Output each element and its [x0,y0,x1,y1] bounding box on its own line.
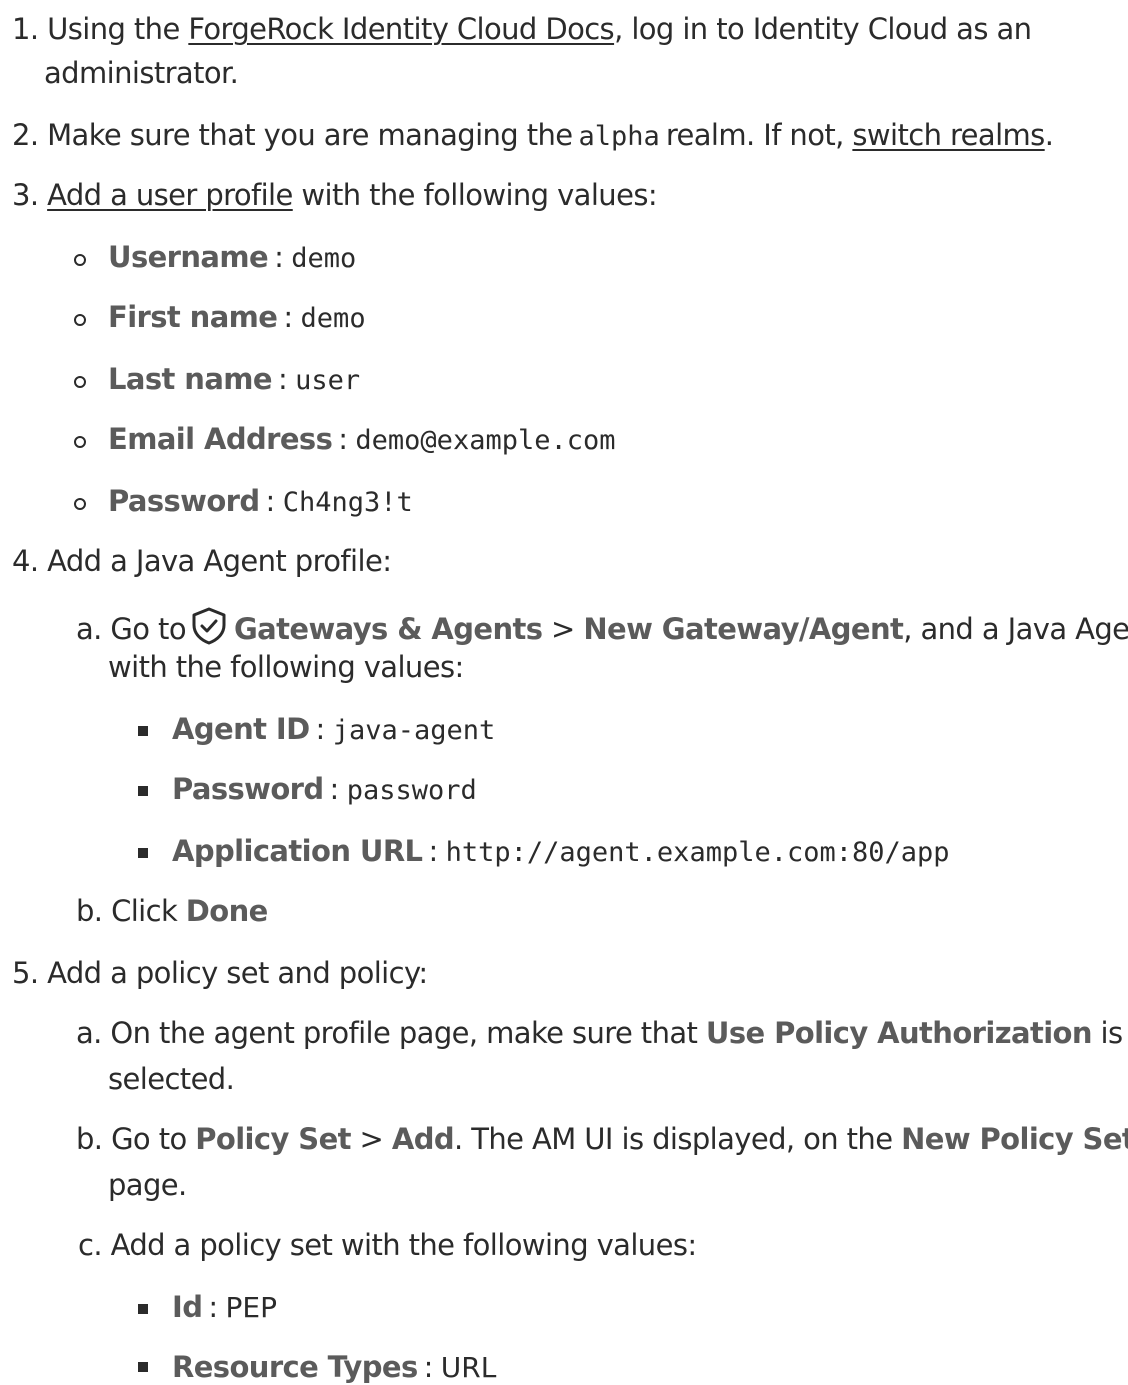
bullet-square [138,848,148,858]
add-label: Add [391,1122,455,1156]
bullet-square [138,1304,148,1314]
done-label: Done [185,894,269,928]
step-text: On the agent profile page, make sure tha… [110,1016,706,1050]
field-value: PEP [225,1291,277,1324]
step-1-continuation: administrator. [44,56,239,90]
field-value: http://agent.example.com:80/app [445,837,950,868]
new-gateway-agent-label: New Gateway/Agent [583,612,904,646]
step-4: 4. Add a Java Agent profile: [12,544,392,578]
field-value: user [295,365,361,396]
field-label: Username [108,240,269,274]
step-text: with the following values: [292,178,658,212]
forgerock-docs-link[interactable]: ForgeRock Identity Cloud Docs [188,12,614,46]
step-text: Add a policy set and policy: [47,956,428,990]
bullet-circle [74,436,86,448]
bullet-square [138,1362,148,1372]
step-text: Add a policy set with the following valu… [110,1228,698,1262]
step-number: 2. [12,118,39,152]
field-agent-id: Agent ID: java-agent [172,712,501,748]
field-email: Email Address: demo@example.com [108,422,622,458]
step-text: . [1044,118,1054,152]
step-text: Click [111,894,186,928]
shield-check-icon [190,606,228,653]
field-label: Password [108,484,260,518]
field-label: Resource Types [172,1350,418,1384]
step-text: , and a Java Agent [903,612,1128,646]
gateways-agents-label: Gateways & Agents [233,612,543,646]
step-5b-continuation: page. [108,1168,187,1202]
step-number: 3. [12,178,39,212]
field-label: Password [172,772,324,806]
use-policy-authorization-label: Use Policy Authorization [705,1016,1093,1050]
step-5c: c. Add a policy set with the following v… [78,1228,697,1262]
switch-realms-link[interactable]: switch realms [852,118,1045,152]
step-number: 1. [12,12,39,46]
step-text: Make sure that you are managing the [47,118,573,152]
bullet-circle [74,376,86,388]
field-first-name: First name: demo [108,300,372,336]
substep-letter: a. [76,612,102,646]
step-5a: a. On the agent profile page, make sure … [76,1016,1123,1050]
field-label: Agent ID [172,712,310,746]
step-text: , log in to Identity Cloud as an [614,12,1032,46]
step-text: Go to [111,1122,196,1156]
bullet-square [138,726,148,736]
add-user-profile-link[interactable]: Add a user profile [47,178,293,212]
policy-set-label: Policy Set [195,1122,351,1156]
field-value: demo@example.com [355,425,616,456]
field-policy-id: Id: PEP [172,1290,283,1325]
bullet-circle [74,314,86,326]
field-label: First name [108,300,278,334]
step-3: 3. Add a user profile with the following… [12,178,658,212]
field-value: URL [440,1351,497,1384]
field-username: Username: demo [108,240,362,276]
field-password: Password: Ch4ng3!t [108,484,419,520]
separator: > [350,1122,392,1156]
new-policy-set-label: New Policy Set [901,1122,1128,1156]
bullet-circle [74,254,86,266]
step-4b: b. Click Done [76,894,268,928]
field-label: Id [172,1290,203,1324]
bullet-circle [74,498,86,510]
step-text: is [1091,1016,1124,1050]
field-label: Application URL [172,834,423,868]
field-label: Last name [108,362,273,396]
field-value: password [346,775,477,806]
step-4a-continuation: with the following values: [108,650,464,684]
field-resource-types: Resource Types: URL [172,1350,502,1385]
field-value: java-agent [332,715,496,746]
step-4a: a. Go to Gateways & Agents > New Gateway/… [76,606,1128,653]
field-label: Email Address [108,422,333,456]
doc-page: 1. Using the ForgeRock Identity Cloud Do… [0,0,1128,1385]
step-1: 1. Using the ForgeRock Identity Cloud Do… [12,12,1032,46]
step-text: . The AM UI is displayed, on the [454,1122,902,1156]
substep-letter: c. [78,1228,103,1262]
step-text: Go to [110,612,186,646]
step-text: realm. If not, [665,118,853,152]
step-number: 4. [12,544,39,578]
field-value: Ch4ng3!t [282,487,413,518]
step-5: 5. Add a policy set and policy: [12,956,428,990]
field-agent-password: Password: password [172,772,483,808]
substep-letter: b. [76,894,103,928]
step-text: Add a Java Agent profile: [47,544,392,578]
step-5a-continuation: selected. [108,1062,235,1096]
field-application-url: Application URL: http://agent.example.com… [172,834,956,870]
step-number: 5. [12,956,39,990]
substep-letter: a. [76,1016,102,1050]
substep-letter: b. [76,1122,103,1156]
field-last-name: Last name: user [108,362,366,398]
bullet-square [138,786,148,796]
field-value: demo [291,243,357,274]
field-value: demo [300,303,366,334]
step-2: 2. Make sure that you are managing the al… [12,118,1054,154]
realm-code: alpha [578,121,660,152]
step-5b: b. Go to Policy Set > Add. The AM UI is … [76,1122,1128,1156]
step-text: Using the [47,12,189,46]
separator: > [542,612,584,646]
